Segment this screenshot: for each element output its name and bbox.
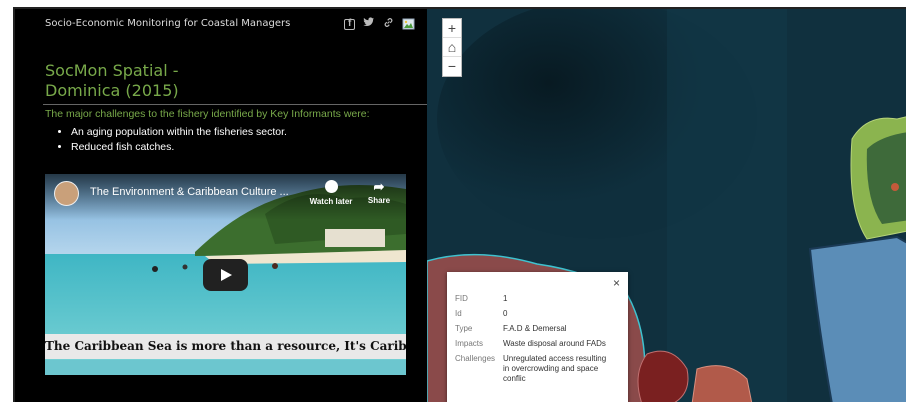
twitter-icon[interactable] bbox=[363, 17, 375, 31]
list-item: Reduced fish catches. bbox=[71, 140, 405, 155]
attr-value: 1 bbox=[503, 294, 508, 303]
attr-key: FID bbox=[455, 294, 468, 303]
story-panel: Socio-Economic Monitoring for Coastal Ma… bbox=[15, 9, 427, 402]
table-row: Id 0 bbox=[455, 309, 613, 324]
image-icon[interactable] bbox=[402, 18, 415, 30]
zoom-out-button[interactable]: − bbox=[443, 57, 461, 76]
table-row: Impacts Waste disposal around FADs bbox=[455, 339, 613, 354]
popup-attributes: FID 1 Id 0 Type F.A.D & Demersal Impacts… bbox=[455, 294, 613, 389]
video-share-label: Share bbox=[367, 196, 391, 205]
video-title[interactable]: The Environment & Caribbean Culture ... bbox=[90, 186, 289, 198]
share-icons bbox=[344, 17, 415, 31]
app-title-line1: SocMon Spatial - bbox=[45, 61, 179, 80]
video-share-button[interactable]: ➦ Share bbox=[361, 180, 397, 205]
video-caption: The Caribbean Sea is more than a resourc… bbox=[45, 334, 406, 359]
header-bar: Socio-Economic Monitoring for Coastal Ma… bbox=[15, 9, 427, 39]
map-view[interactable]: + ⌂ − × FID 1 Id 0 Type F.A.D & Demersal bbox=[427, 9, 906, 402]
attr-value: Unregulated access resulting in overcrow… bbox=[503, 354, 607, 383]
app-frame: Socio-Economic Monitoring for Coastal Ma… bbox=[13, 7, 906, 402]
play-button[interactable] bbox=[203, 259, 248, 291]
table-row: FID 1 bbox=[455, 294, 613, 309]
feature-popup: × FID 1 Id 0 Type F.A.D & Demersal Impac… bbox=[447, 272, 628, 402]
challenge-list: An aging population within the fisheries… bbox=[71, 125, 405, 155]
attr-key: Challenges bbox=[455, 354, 496, 363]
close-icon[interactable]: × bbox=[613, 276, 620, 290]
watch-later-button[interactable]: Watch later bbox=[306, 180, 356, 206]
share-arrow-icon: ➦ bbox=[373, 179, 385, 194]
clock-icon bbox=[324, 180, 338, 193]
story-text: The major challenges to the fishery iden… bbox=[45, 107, 405, 155]
attr-key: Id bbox=[455, 309, 462, 318]
attr-value: 0 bbox=[503, 309, 508, 318]
attr-value: F.A.D & Demersal bbox=[503, 324, 567, 333]
title-divider bbox=[43, 104, 427, 105]
zoom-control: + ⌂ − bbox=[442, 18, 462, 77]
story-lead: The major challenges to the fishery iden… bbox=[45, 108, 370, 120]
app-title-line2: Dominica (2015) bbox=[45, 81, 179, 100]
attr-value: Waste disposal around FADs bbox=[503, 339, 606, 348]
table-row: Challenges Unregulated access resulting … bbox=[455, 354, 613, 389]
home-button[interactable]: ⌂ bbox=[443, 38, 461, 57]
attr-key: Impacts bbox=[455, 339, 484, 348]
zoom-in-button[interactable]: + bbox=[443, 19, 461, 38]
header-title: Socio-Economic Monitoring for Coastal Ma… bbox=[45, 18, 291, 29]
link-icon[interactable] bbox=[383, 17, 394, 31]
list-item: An aging population within the fisheries… bbox=[71, 125, 405, 140]
video-player[interactable]: The Environment & Caribbean Culture ... … bbox=[45, 174, 406, 375]
attr-key: Type bbox=[455, 324, 473, 333]
app-title: SocMon Spatial - Dominica (2015) bbox=[45, 61, 179, 101]
channel-avatar[interactable] bbox=[54, 181, 79, 206]
watch-later-label: Watch later bbox=[309, 197, 353, 206]
table-row: Type F.A.D & Demersal bbox=[455, 324, 613, 339]
facebook-icon[interactable] bbox=[344, 18, 355, 30]
